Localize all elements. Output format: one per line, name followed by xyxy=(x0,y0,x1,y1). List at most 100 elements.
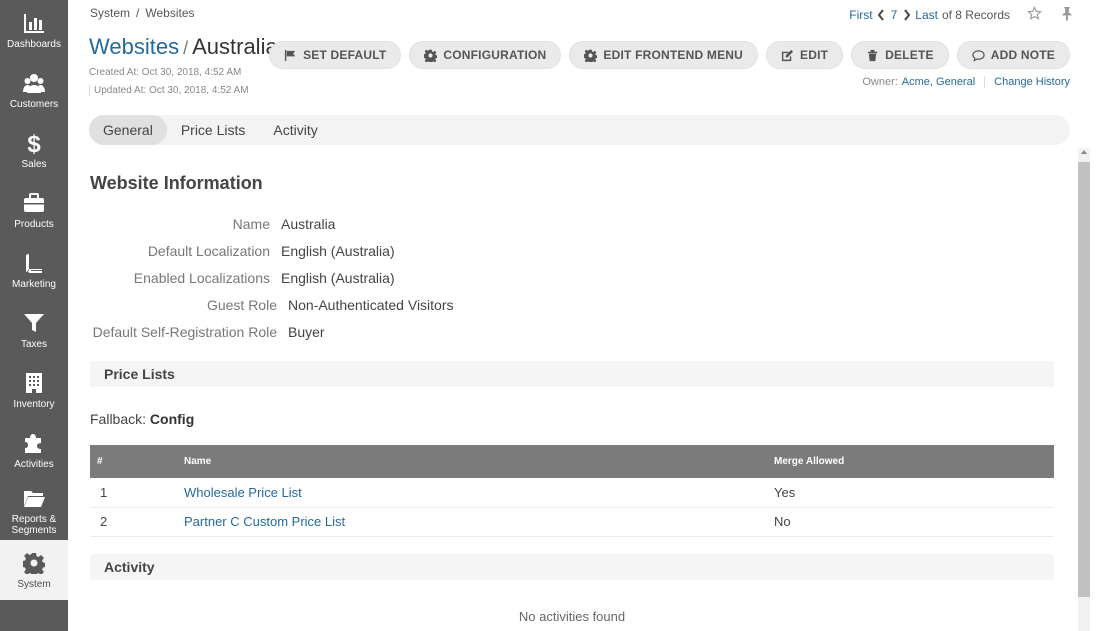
table-row: 1 Wholesale Price List Yes xyxy=(90,478,1054,508)
column-header-merge-allowed[interactable]: Merge Allowed xyxy=(774,445,1054,478)
delete-button[interactable]: DELETE xyxy=(851,41,949,69)
field-value: Australia xyxy=(281,216,336,232)
field-label: Default Localization xyxy=(147,243,270,259)
gear-icon xyxy=(23,552,45,574)
page-title: Websites / Australia xyxy=(89,34,278,60)
price-list-link[interactable]: Partner C Custom Price List xyxy=(184,514,345,529)
owner-label: Owner: xyxy=(862,76,898,88)
change-history-link[interactable]: Change History xyxy=(994,76,1070,88)
breadcrumb-root[interactable]: System xyxy=(90,6,130,20)
column-header-name[interactable]: Name xyxy=(184,445,774,478)
cell-merge-allowed: Yes xyxy=(774,478,1054,508)
table-header-row: # Name Merge Allowed xyxy=(90,445,1054,478)
section-tabs: General Price Lists Activity xyxy=(89,115,1070,145)
sidebar-item-label: Marketing xyxy=(12,279,56,290)
edit-frontend-menu-button[interactable]: EDIT FRONTEND MENU xyxy=(569,41,759,69)
field-label: Default Self-Registration Role xyxy=(92,324,277,340)
tab-activity[interactable]: Activity xyxy=(259,115,331,145)
filter-icon xyxy=(23,312,45,334)
sidebar-item-inventory[interactable]: Inventory xyxy=(0,360,68,420)
sidebar-item-label: Taxes xyxy=(20,339,48,350)
field-value: Non-Authenticated Visitors xyxy=(288,297,454,313)
pager-current[interactable]: 7 xyxy=(891,8,898,22)
cell-number: 2 xyxy=(90,507,184,537)
building-icon xyxy=(23,372,45,394)
breadcrumb-separator: / xyxy=(136,6,140,20)
sidebar-item-activities[interactable]: Activities xyxy=(0,420,68,480)
field-value: English (Australia) xyxy=(281,243,395,259)
edit-button[interactable]: EDIT xyxy=(766,41,844,69)
dashboards-icon xyxy=(23,12,45,34)
sidebar-item-dashboards[interactable]: Dashboards xyxy=(0,0,68,60)
puzzle-icon xyxy=(23,432,45,454)
field-value: Buyer xyxy=(288,324,325,340)
pin-icon[interactable] xyxy=(1060,6,1074,21)
main-sidebar: Dashboards Customers $ Sales Products Ma… xyxy=(0,0,68,631)
breadcrumb-current[interactable]: Websites xyxy=(145,6,194,20)
sidebar-item-taxes[interactable]: Taxes xyxy=(0,300,68,360)
button-label: EDIT xyxy=(800,48,829,62)
sidebar-item-products[interactable]: Products xyxy=(0,180,68,240)
action-bar: SET DEFAULT CONFIGURATION EDIT FRONTEND … xyxy=(269,41,1070,69)
sidebar-item-sales[interactable]: $ Sales xyxy=(0,120,68,180)
field-label: Enabled Localizations xyxy=(133,270,270,286)
owner-link[interactable]: Acme, General xyxy=(902,76,975,88)
field-value: English (Australia) xyxy=(281,270,395,286)
price-list-link[interactable]: Wholesale Price List xyxy=(184,485,302,500)
section-header-price-lists: Price Lists xyxy=(90,361,1054,387)
entity-link[interactable]: Websites xyxy=(89,34,179,59)
gear-icon xyxy=(584,49,598,62)
tab-general[interactable]: General xyxy=(89,115,167,145)
sidebar-item-system[interactable]: System xyxy=(0,540,68,600)
fallback-label: Fallback: xyxy=(90,411,147,427)
button-label: ADD NOTE xyxy=(990,48,1055,62)
owner-info: Owner: Acme, General Change History xyxy=(862,76,1070,88)
chevron-right-icon[interactable] xyxy=(903,9,911,21)
info-row-name: Name xyxy=(90,216,270,234)
set-default-button[interactable]: SET DEFAULT xyxy=(269,41,402,69)
record-name: Australia xyxy=(192,34,278,59)
pager-first-link[interactable]: First xyxy=(849,8,872,22)
divider xyxy=(984,76,986,88)
star-icon[interactable] xyxy=(1027,6,1042,21)
fallback-value: Config xyxy=(149,411,195,427)
info-row-self-registration-role: Default Self-Registration Role xyxy=(90,324,277,342)
section-title-website-info: Website Information xyxy=(90,173,263,193)
sidebar-item-label: Dashboards xyxy=(7,39,61,50)
trash-icon xyxy=(868,49,878,61)
button-label: CONFIGURATION xyxy=(443,48,547,62)
dollar-icon: $ xyxy=(23,132,45,154)
tab-price-lists[interactable]: Price Lists xyxy=(167,115,260,145)
record-pager: First 7 Last of 8 Records xyxy=(849,8,1010,22)
breadcrumb: System / Websites xyxy=(90,6,195,20)
configuration-button[interactable]: CONFIGURATION xyxy=(409,41,562,69)
customers-icon xyxy=(23,72,45,94)
add-note-button[interactable]: ADD NOTE xyxy=(956,41,1070,69)
created-at: Created At: Oct 30, 2018, 4:52 AM xyxy=(89,67,242,78)
field-label: Name xyxy=(232,216,270,232)
sidebar-item-label: Reports & Segments xyxy=(11,514,57,536)
fallback-info: Fallback: Config xyxy=(90,411,194,427)
empty-activity-message: No activities found xyxy=(518,609,626,624)
sidebar-item-marketing[interactable]: Marketing xyxy=(0,240,68,300)
button-label: EDIT FRONTEND MENU xyxy=(603,48,744,62)
briefcase-icon xyxy=(23,192,45,214)
flag-icon xyxy=(284,49,296,61)
edit-icon xyxy=(781,49,794,61)
sidebar-item-reports[interactable]: Reports & Segments xyxy=(0,480,68,540)
section-header-activity: Activity xyxy=(90,554,1054,580)
scroll-up-arrow[interactable] xyxy=(1081,150,1087,154)
button-label: DELETE xyxy=(885,48,934,62)
sidebar-item-customers[interactable]: Customers xyxy=(0,60,68,120)
scrollbar-thumb[interactable] xyxy=(1078,162,1090,597)
sidebar-item-label: Products xyxy=(14,219,54,230)
book-icon xyxy=(23,252,45,274)
info-row-guest-role: Guest Role xyxy=(90,297,277,315)
info-row-default-localization: Default Localization xyxy=(90,243,270,261)
sidebar-item-label: Activities xyxy=(14,459,54,470)
pager-last-link[interactable]: Last xyxy=(915,8,938,22)
cell-merge-allowed: No xyxy=(774,507,1054,537)
column-header-number[interactable]: # xyxy=(90,445,184,478)
chevron-left-icon[interactable] xyxy=(877,9,885,21)
folder-icon xyxy=(23,487,45,509)
